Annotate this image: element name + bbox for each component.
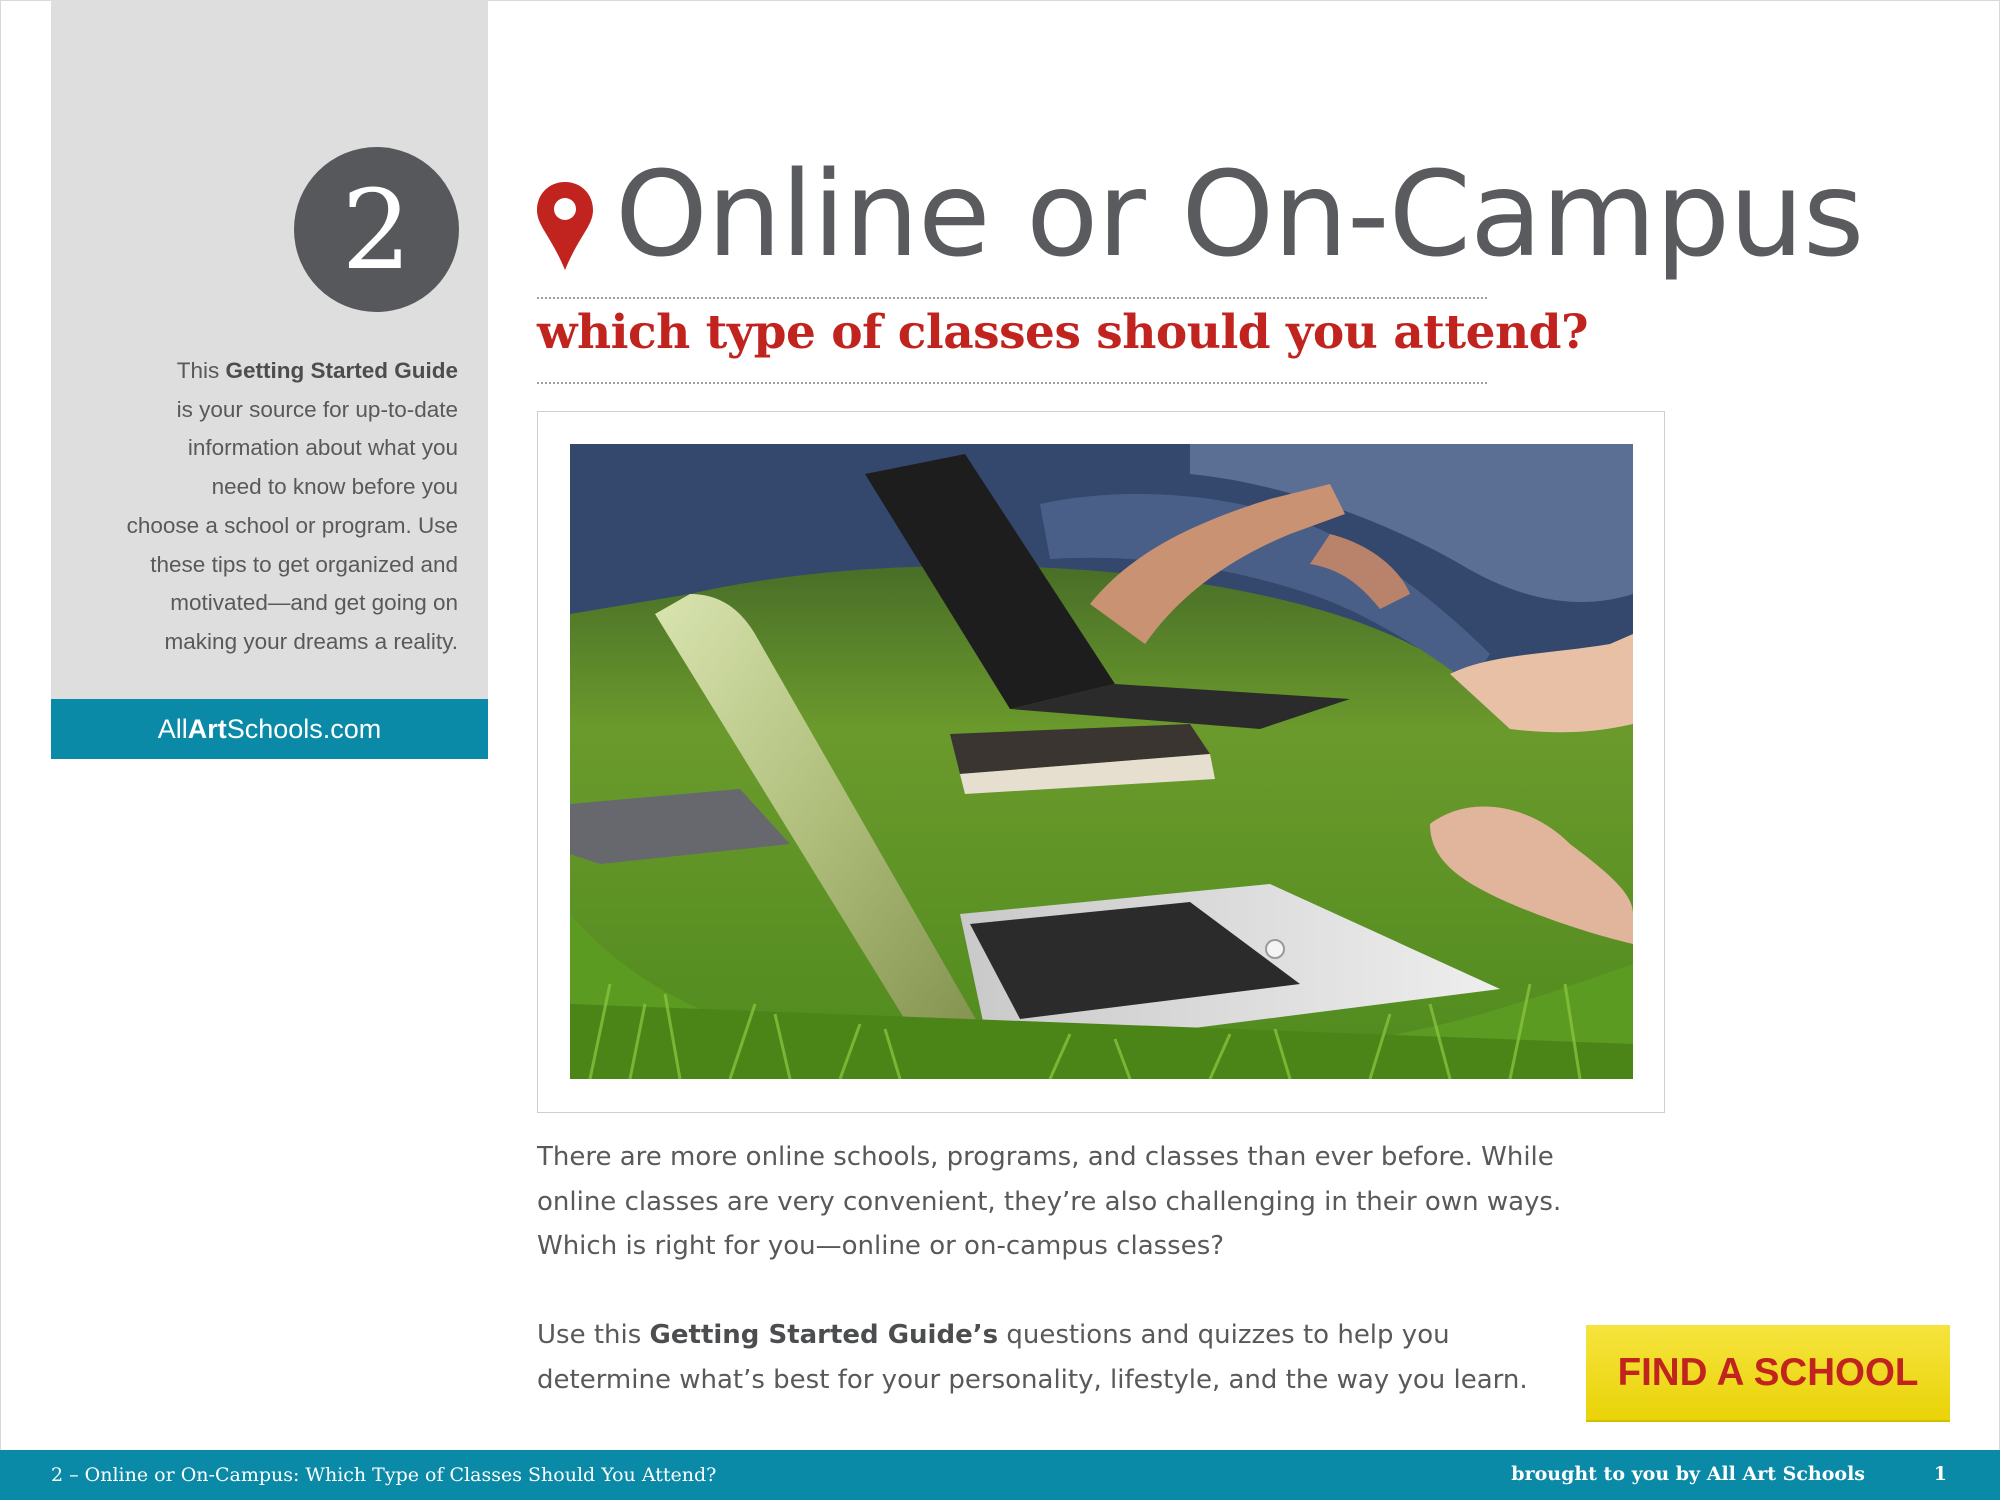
- find-a-school-button[interactable]: FIND A SCHOOL: [1586, 1325, 1950, 1420]
- divider-top: [537, 297, 1487, 299]
- intro-line: is your source for up-to-date: [176, 396, 458, 422]
- guide-line2: determine what’s best for your personali…: [537, 1364, 1528, 1395]
- site-link[interactable]: All Art Schools.com: [51, 699, 488, 759]
- divider-bottom: [537, 382, 1487, 384]
- intro-line: motivated—and get going on: [170, 590, 458, 616]
- intro-prefix: This: [176, 358, 226, 383]
- site-prefix: All: [157, 713, 188, 744]
- footer: 2 – Online or On-Campus: Which Type of C…: [0, 1450, 2000, 1500]
- site-bold: Art: [187, 713, 227, 744]
- paragraph-line: There are more online schools, programs,…: [537, 1142, 1554, 1172]
- intro-line: making your dreams a reality.: [164, 628, 458, 654]
- site-suffix: Schools.com: [226, 713, 382, 744]
- intro-guide-name: Getting Started Guide: [225, 358, 458, 383]
- map-pin-icon: [537, 182, 593, 270]
- guide-name: Getting Started Guide’s: [649, 1320, 999, 1350]
- intro-paragraph: There are more online schools, programs,…: [537, 1135, 1617, 1269]
- footer-chapter-title: 2 – Online or On-Campus: Which Type of C…: [51, 1464, 717, 1486]
- paragraph-line: Which is right for you—online or on-camp…: [537, 1231, 1225, 1261]
- photo-frame: [537, 411, 1665, 1113]
- paragraph-line: online classes are very convenient, they…: [537, 1186, 1562, 1217]
- chapter-number-badge: 2: [294, 147, 459, 312]
- page-title: Online or On-Campus: [615, 145, 1864, 283]
- intro-line: choose a school or program. Use: [126, 512, 458, 538]
- photo-students-laptops-on-grass: [570, 444, 1633, 1079]
- intro-line: need to know before you: [211, 474, 458, 500]
- guide-line1-rest: questions and quizzes to help you: [998, 1320, 1450, 1350]
- page-subtitle: which type of classes should you attend?: [537, 305, 1589, 360]
- guide-prefix: Use this: [537, 1320, 650, 1350]
- page-number: 1: [1933, 1463, 1947, 1485]
- sidebar-intro: This Getting Started Guide is your sourc…: [38, 352, 458, 662]
- guide-paragraph: Use this Getting Started Guide’s questio…: [537, 1313, 1617, 1402]
- footer-credit: brought to you by All Art Schools: [1511, 1463, 1865, 1485]
- intro-line: information about what you: [187, 435, 458, 461]
- intro-line: these tips to get organized and: [150, 551, 458, 577]
- chapter-number: 2: [341, 165, 412, 294]
